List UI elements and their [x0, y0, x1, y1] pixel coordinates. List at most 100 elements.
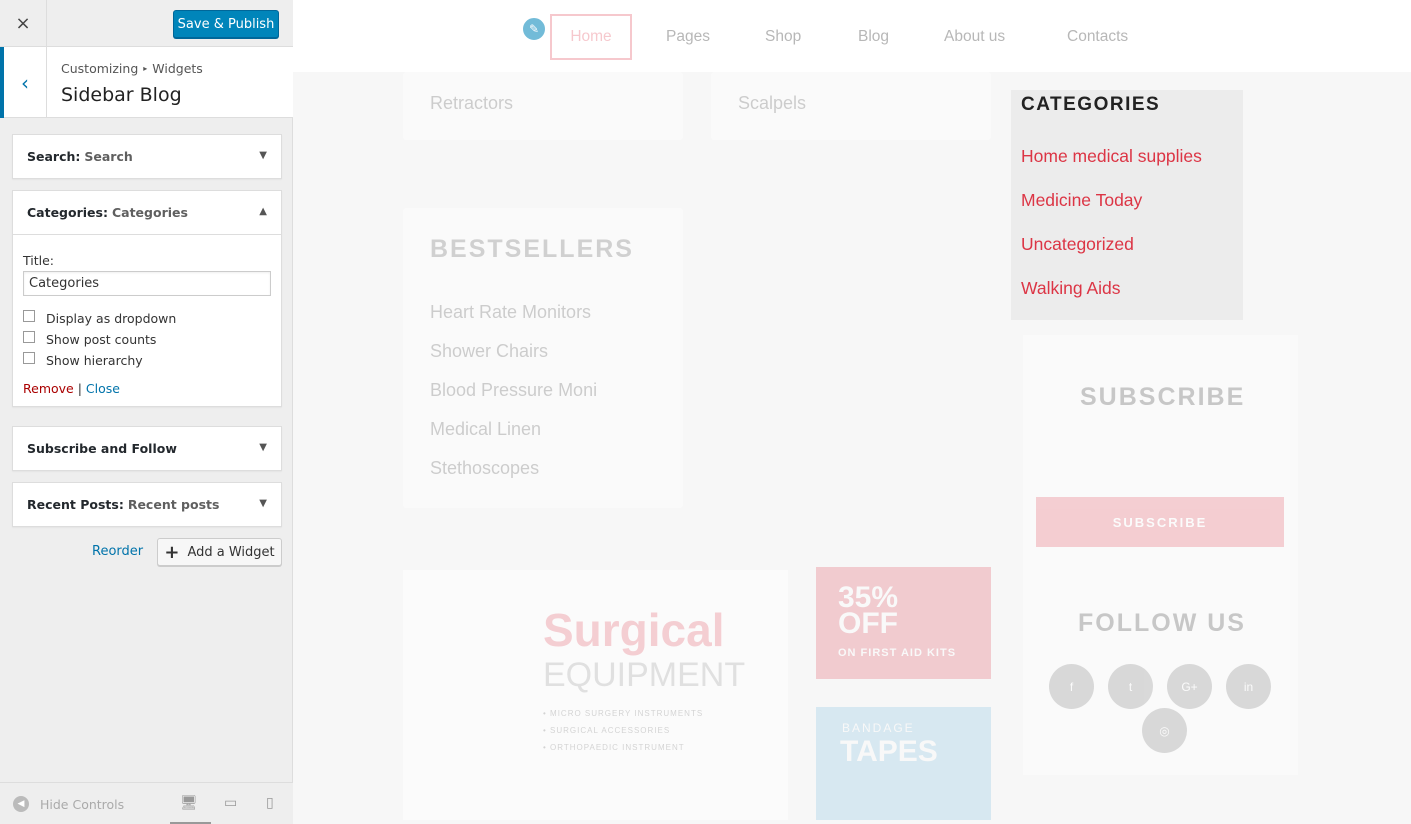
banner-title: Surgical: [543, 604, 725, 656]
dribbble-icon[interactable]: ◎: [1142, 708, 1187, 753]
title-label: Title:: [23, 253, 54, 268]
chevron-left-icon: ‹: [21, 70, 29, 95]
list-item[interactable]: Heart Rate Monitors: [430, 302, 597, 341]
collapse-arrow-icon[interactable]: ▲: [259, 206, 267, 217]
site-navbar: ✎ Home Pages Shop Blog About us Contacts: [293, 0, 1411, 72]
subscribe-button[interactable]: SUBSCRIBE: [1036, 497, 1284, 547]
bestsellers-title: BESTSELLERS: [430, 235, 634, 263]
follow-title: FOLLOW US: [1078, 609, 1246, 637]
list-item[interactable]: Stethoscopes: [430, 458, 597, 497]
back-button[interactable]: ‹: [0, 47, 47, 118]
section-header: ‹ Customizing ▸ Widgets Sidebar Blog: [0, 47, 293, 118]
widget-title: Recent posts: [127, 497, 220, 512]
desktop-preview-icon[interactable]: 🖥: [180, 795, 198, 811]
breadcrumb-leaf: Widgets: [152, 61, 203, 76]
widget-search[interactable]: Search: Search ▼: [12, 134, 282, 179]
list-item[interactable]: Shower Chairs: [430, 341, 597, 380]
hide-controls-label: Hide Controls: [40, 796, 125, 812]
remove-link[interactable]: Remove: [23, 381, 74, 396]
widget-recent-posts[interactable]: Recent Posts: Recent posts ▼: [12, 482, 282, 527]
close-icon: ×: [15, 13, 31, 34]
product-name[interactable]: Retractors: [430, 93, 513, 114]
widget-title: Categories: [111, 205, 188, 220]
promo-small: BANDAGE: [842, 721, 915, 735]
option-post-counts[interactable]: Show post counts: [23, 329, 271, 350]
site-preview: ✎ Home Pages Shop Blog About us Contacts…: [293, 0, 1411, 824]
reorder-link[interactable]: Reorder: [92, 544, 143, 559]
widget-header[interactable]: Subscribe and Follow ▼: [13, 427, 281, 470]
customizer-header: × Save & Publish: [0, 0, 293, 47]
tablet-preview-icon[interactable]: ▭: [224, 795, 237, 811]
save-publish-button[interactable]: Save & Publish: [173, 10, 279, 38]
bestsellers-list: Heart Rate Monitors Shower Chairs Blood …: [430, 302, 597, 497]
promo-off: OFF: [838, 607, 898, 640]
close-link[interactable]: Close: [86, 381, 120, 396]
nav-about[interactable]: About us: [944, 28, 1005, 46]
title-input[interactable]: [23, 271, 271, 296]
list-item[interactable]: Medical Linen: [430, 419, 597, 458]
widget-header[interactable]: Categories: Categories ▲: [13, 191, 281, 234]
category-link[interactable]: Medicine Today: [1021, 190, 1142, 211]
breadcrumb-root: Customizing: [61, 61, 139, 76]
categories-title: CATEGORIES: [1021, 94, 1161, 115]
add-widget-button[interactable]: + Add a Widget: [157, 538, 282, 566]
nav-contacts[interactable]: Contacts: [1067, 28, 1128, 46]
customizer-footer: ◀ Hide Controls 🖥 ▭ ▯: [0, 782, 293, 824]
add-widget-label: Add a Widget: [187, 544, 275, 560]
breadcrumb-separator-icon: ▸: [143, 64, 148, 73]
checkbox[interactable]: [23, 351, 35, 364]
product-name[interactable]: Scalpels: [738, 93, 806, 114]
list-item[interactable]: Blood Pressure Moni: [430, 380, 597, 419]
first-aid-promo[interactable]: 35% OFF ON FIRST AID KITS: [816, 567, 991, 679]
checkbox-label: Display as dropdown: [46, 311, 177, 326]
widget-name: Recent Posts:: [27, 497, 124, 512]
checkbox-label: Show hierarchy: [46, 353, 143, 368]
hide-controls-button[interactable]: ◀ Hide Controls: [13, 796, 124, 812]
twitter-icon[interactable]: t: [1108, 664, 1153, 709]
expand-arrow-icon[interactable]: ▼: [259, 442, 267, 453]
widget-categories: Categories:Categories ▲ Title: Display a…: [12, 190, 282, 407]
google-plus-icon[interactable]: G+: [1167, 664, 1212, 709]
widget-name: Categories:: [27, 205, 108, 220]
widget-header[interactable]: Search: Search ▼: [13, 135, 281, 178]
banner-bullet: • ORTHOPAEDIC INSTRUMENT: [543, 743, 685, 752]
promo-caption: ON FIRST AID KITS: [838, 647, 957, 659]
category-link[interactable]: Walking Aids: [1021, 278, 1121, 299]
facebook-icon[interactable]: f: [1049, 664, 1094, 709]
widget-subscribe-follow[interactable]: Subscribe and Follow ▼: [12, 426, 282, 471]
category-link[interactable]: Home medical supplies: [1021, 146, 1202, 167]
collapse-icon: ◀: [13, 796, 29, 812]
checkbox[interactable]: [23, 330, 35, 343]
widget-header[interactable]: Recent Posts: Recent posts ▼: [13, 483, 281, 526]
widget-title: Search: [84, 149, 133, 164]
checkbox-label: Show post counts: [46, 332, 157, 347]
banner-bullet: • SURGICAL ACCESSORIES: [543, 726, 671, 735]
close-customizer-button[interactable]: ×: [0, 0, 47, 47]
edit-pencil-icon[interactable]: ✎: [521, 16, 547, 42]
widget-form: Title: Display as dropdown Show post cou…: [13, 234, 281, 406]
nav-home[interactable]: Home: [550, 14, 632, 60]
nav-shop[interactable]: Shop: [765, 28, 801, 46]
option-hierarchy[interactable]: Show hierarchy: [23, 350, 271, 371]
breadcrumb: Customizing ▸ Widgets: [61, 61, 203, 76]
divider: |: [77, 381, 82, 396]
bandage-promo[interactable]: BANDAGE TAPES: [816, 707, 991, 820]
expand-arrow-icon[interactable]: ▼: [259, 150, 267, 161]
subscribe-title: SUBSCRIBE: [1080, 383, 1246, 411]
section-title: Sidebar Blog: [61, 84, 182, 106]
mobile-preview-icon[interactable]: ▯: [266, 795, 274, 811]
nav-pages[interactable]: Pages: [666, 28, 710, 46]
widget-actions: Remove | Close: [23, 381, 271, 396]
linkedin-icon[interactable]: in: [1226, 664, 1271, 709]
categories-widget: CATEGORIES Home medical supplies Medicin…: [1011, 90, 1243, 320]
nav-blog[interactable]: Blog: [858, 28, 889, 46]
plus-icon: +: [164, 541, 180, 563]
expand-arrow-icon[interactable]: ▼: [259, 498, 267, 509]
category-link[interactable]: Uncategorized: [1021, 234, 1134, 255]
widget-name: Subscribe and Follow: [27, 441, 177, 456]
checkbox[interactable]: [23, 309, 35, 322]
banner-subtitle: EQUIPMENT: [543, 656, 746, 694]
banner-bullet: • MICRO SURGERY INSTRUMENTS: [543, 709, 704, 718]
option-dropdown[interactable]: Display as dropdown: [23, 308, 271, 329]
widget-name: Search:: [27, 149, 81, 164]
